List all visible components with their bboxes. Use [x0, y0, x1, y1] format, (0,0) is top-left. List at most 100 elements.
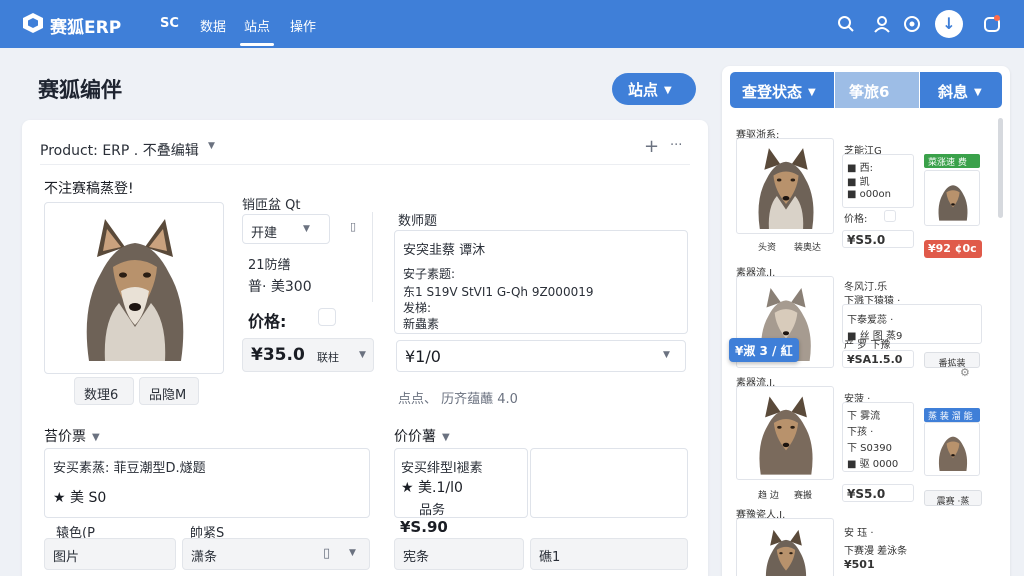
desc-textarea[interactable]: 安突韭蔡 谭沐 安子素题: 东1 S19V StVI1 G-Qh 9Z00001… — [394, 230, 688, 334]
card-2-line3: 下泰爱蕊 · — [847, 315, 894, 326]
nav-site[interactable]: 站点 — [239, 16, 275, 46]
wolf-image — [755, 529, 817, 576]
card-3-image[interactable] — [736, 386, 834, 480]
bottom-input-2[interactable]: 潇条 ▯ ▼ — [182, 538, 370, 570]
card-1-tag: 菜涨速 费 — [924, 154, 980, 168]
bottom-input-3[interactable]: 宪条 — [394, 538, 524, 570]
card-1-checkbox[interactable] — [884, 210, 896, 222]
card-3-details: 下 雾流 下孩 · 下 S0390 ■ 驱 0000 — [842, 402, 914, 472]
tab-info[interactable]: 斜息 ▼ — [920, 72, 1002, 108]
more-icon[interactable]: ··· — [670, 138, 682, 153]
note-text: 点点、 历齐蕴蘸 4.0 — [398, 392, 518, 407]
bottom-input-4[interactable]: 礁1 — [530, 538, 688, 570]
top-bar: 赛狐ERP SC 数据 站点 操作 ↓ — [0, 0, 1024, 48]
section-a-title-text: 苔价票 — [44, 429, 86, 445]
nav-operate[interactable]: 操作 — [290, 16, 316, 35]
card-1-btn2[interactable]: 装奥达 — [794, 240, 821, 253]
notification-icon[interactable] — [982, 14, 1002, 34]
product-image — [75, 217, 195, 361]
brand-logo-icon — [23, 13, 43, 33]
card-3-tag-text: 蒸 装 溜 能 — [928, 412, 973, 422]
wolf-image — [935, 429, 971, 471]
desc-label: 数师题 — [398, 214, 438, 229]
section-b-price: ¥S.90 — [400, 518, 448, 536]
field1-select[interactable]: 开建 ▼ — [242, 214, 330, 244]
field1-select-value: 开建 — [251, 226, 278, 241]
section-a-line-2: ★ 美 S0 — [53, 487, 106, 507]
card-2-line5: 产 罗 下豫 — [844, 340, 891, 351]
card-3-price: ¥S5.0 — [847, 487, 886, 501]
card-2-btn[interactable]: 番拡装 — [924, 352, 980, 369]
desc-line-3: 东1 S19V StVI1 G-Qh 9Z000019 — [403, 285, 594, 299]
trash-icon[interactable]: ▯ — [350, 220, 356, 233]
thumb-button-1-label: 数理6 — [84, 388, 119, 403]
thumb-button-2-label: 品隐M — [149, 388, 187, 403]
field1-line2: 普· 美300 — [248, 279, 312, 295]
nav-sc[interactable]: SC — [160, 16, 179, 31]
card-4-line2: 下赛漫 差泳条 — [844, 546, 908, 557]
chevron-down-icon: ▼ — [303, 224, 310, 234]
card-1-price-tag-text: ¥92 ¢0c — [928, 242, 977, 255]
card-3-side-btn[interactable]: 震赛 ·蒸 — [924, 490, 982, 507]
user-icon[interactable] — [872, 14, 892, 34]
section-b-box[interactable]: 安买绯型l褪素 ★ 美.1/l0 品务 — [394, 448, 528, 518]
card-4-line1: 安 珏 · — [844, 528, 874, 539]
chevron-down-icon: ▼ — [974, 87, 982, 98]
section-a-line-1: 安买素蒸: 菲豆潮型D.燧题 — [53, 461, 206, 476]
card-2-price-select[interactable]: ¥SA1.5.0 — [842, 350, 914, 368]
page-title: 赛狐编伴 — [38, 78, 122, 102]
tab-trip[interactable]: 筝旅6 — [835, 72, 919, 108]
card-1-side-image[interactable] — [924, 170, 980, 226]
breadcrumb[interactable]: Product: ERP . 不叠编辑 — [40, 140, 199, 160]
chevron-down-icon: ▼ — [442, 431, 450, 443]
section-a-box[interactable]: 安买素蒸: 菲豆潮型D.燧题 ★ 美 S0 — [44, 448, 370, 518]
thumb-button-1[interactable]: 数理6 — [74, 377, 134, 405]
card-4-line3: ¥501 — [844, 558, 875, 571]
chevron-down-icon: ▼ — [663, 350, 670, 360]
card-3-btn2[interactable]: 赛搬 — [794, 488, 812, 501]
card-1-price-select[interactable]: ¥S5.0 — [842, 230, 914, 248]
card-3-side-image[interactable] — [924, 422, 980, 476]
card-1-image[interactable] — [736, 138, 834, 234]
brand-name[interactable]: 赛狐ERP — [50, 13, 121, 38]
card-1-btn1[interactable]: 头资 — [758, 240, 776, 253]
settings-icon[interactable] — [902, 14, 922, 34]
section-b-title[interactable]: 价价薯 ▼ — [394, 426, 450, 446]
chevron-down-icon: ▼ — [808, 87, 816, 98]
price-value: ¥35.0 — [251, 345, 305, 365]
wolf-image — [753, 395, 819, 475]
price-option-select[interactable]: ¥1/0 ▼ — [396, 340, 686, 372]
floating-price-tag[interactable]: ¥淑 3 / 紅 — [729, 338, 799, 362]
card-3-price-select[interactable]: ¥S5.0 — [842, 484, 914, 502]
bottom-input-3-value: 宪条 — [403, 550, 430, 565]
section-b-extra-box[interactable] — [530, 448, 688, 518]
card-2-price: ¥SA1.5.0 — [847, 353, 903, 366]
site-dropdown-button[interactable]: 站点 ▼ — [612, 73, 696, 105]
scrollbar[interactable] — [998, 118, 1003, 218]
product-image-frame[interactable] — [44, 202, 224, 374]
copy-icon[interactable]: ▯ — [323, 546, 330, 561]
bottom-input-1[interactable]: 图片 — [44, 538, 176, 570]
tab-status[interactable]: 查登状态 ▼ — [730, 72, 834, 108]
avatar[interactable]: ↓ — [935, 10, 963, 38]
card-3-line4: 下 S0390 — [847, 443, 892, 454]
add-icon[interactable]: + — [644, 136, 659, 157]
section-a-title[interactable]: 苔价票 ▼ — [44, 426, 100, 446]
breadcrumb-chevron-icon[interactable]: ▼ — [208, 141, 215, 151]
search-icon[interactable] — [836, 14, 856, 34]
card-1-price: ¥S5.0 — [847, 233, 886, 247]
desc-line-2: 安子素题: — [403, 267, 456, 281]
price-checkbox[interactable] — [318, 308, 336, 326]
card-1-line3: ■ 凯 — [847, 177, 870, 188]
card-3-btn1[interactable]: 趋 边 — [758, 488, 779, 501]
card-2-line1: 冬风汀.乐 — [844, 282, 888, 293]
settings-icon[interactable]: ⚙ — [960, 366, 970, 379]
thumb-button-2[interactable]: 品隐M — [139, 377, 199, 405]
price-suffix: 联柱 — [317, 351, 339, 364]
nav-data[interactable]: 数据 — [200, 16, 226, 35]
chevron-down-icon: ▼ — [92, 431, 100, 443]
price-select[interactable]: ¥35.0 联柱 ▼ — [242, 338, 374, 372]
card-4-image[interactable] — [736, 518, 834, 576]
tab-trip-label: 筝旅6 — [849, 83, 890, 101]
divider — [40, 164, 690, 165]
